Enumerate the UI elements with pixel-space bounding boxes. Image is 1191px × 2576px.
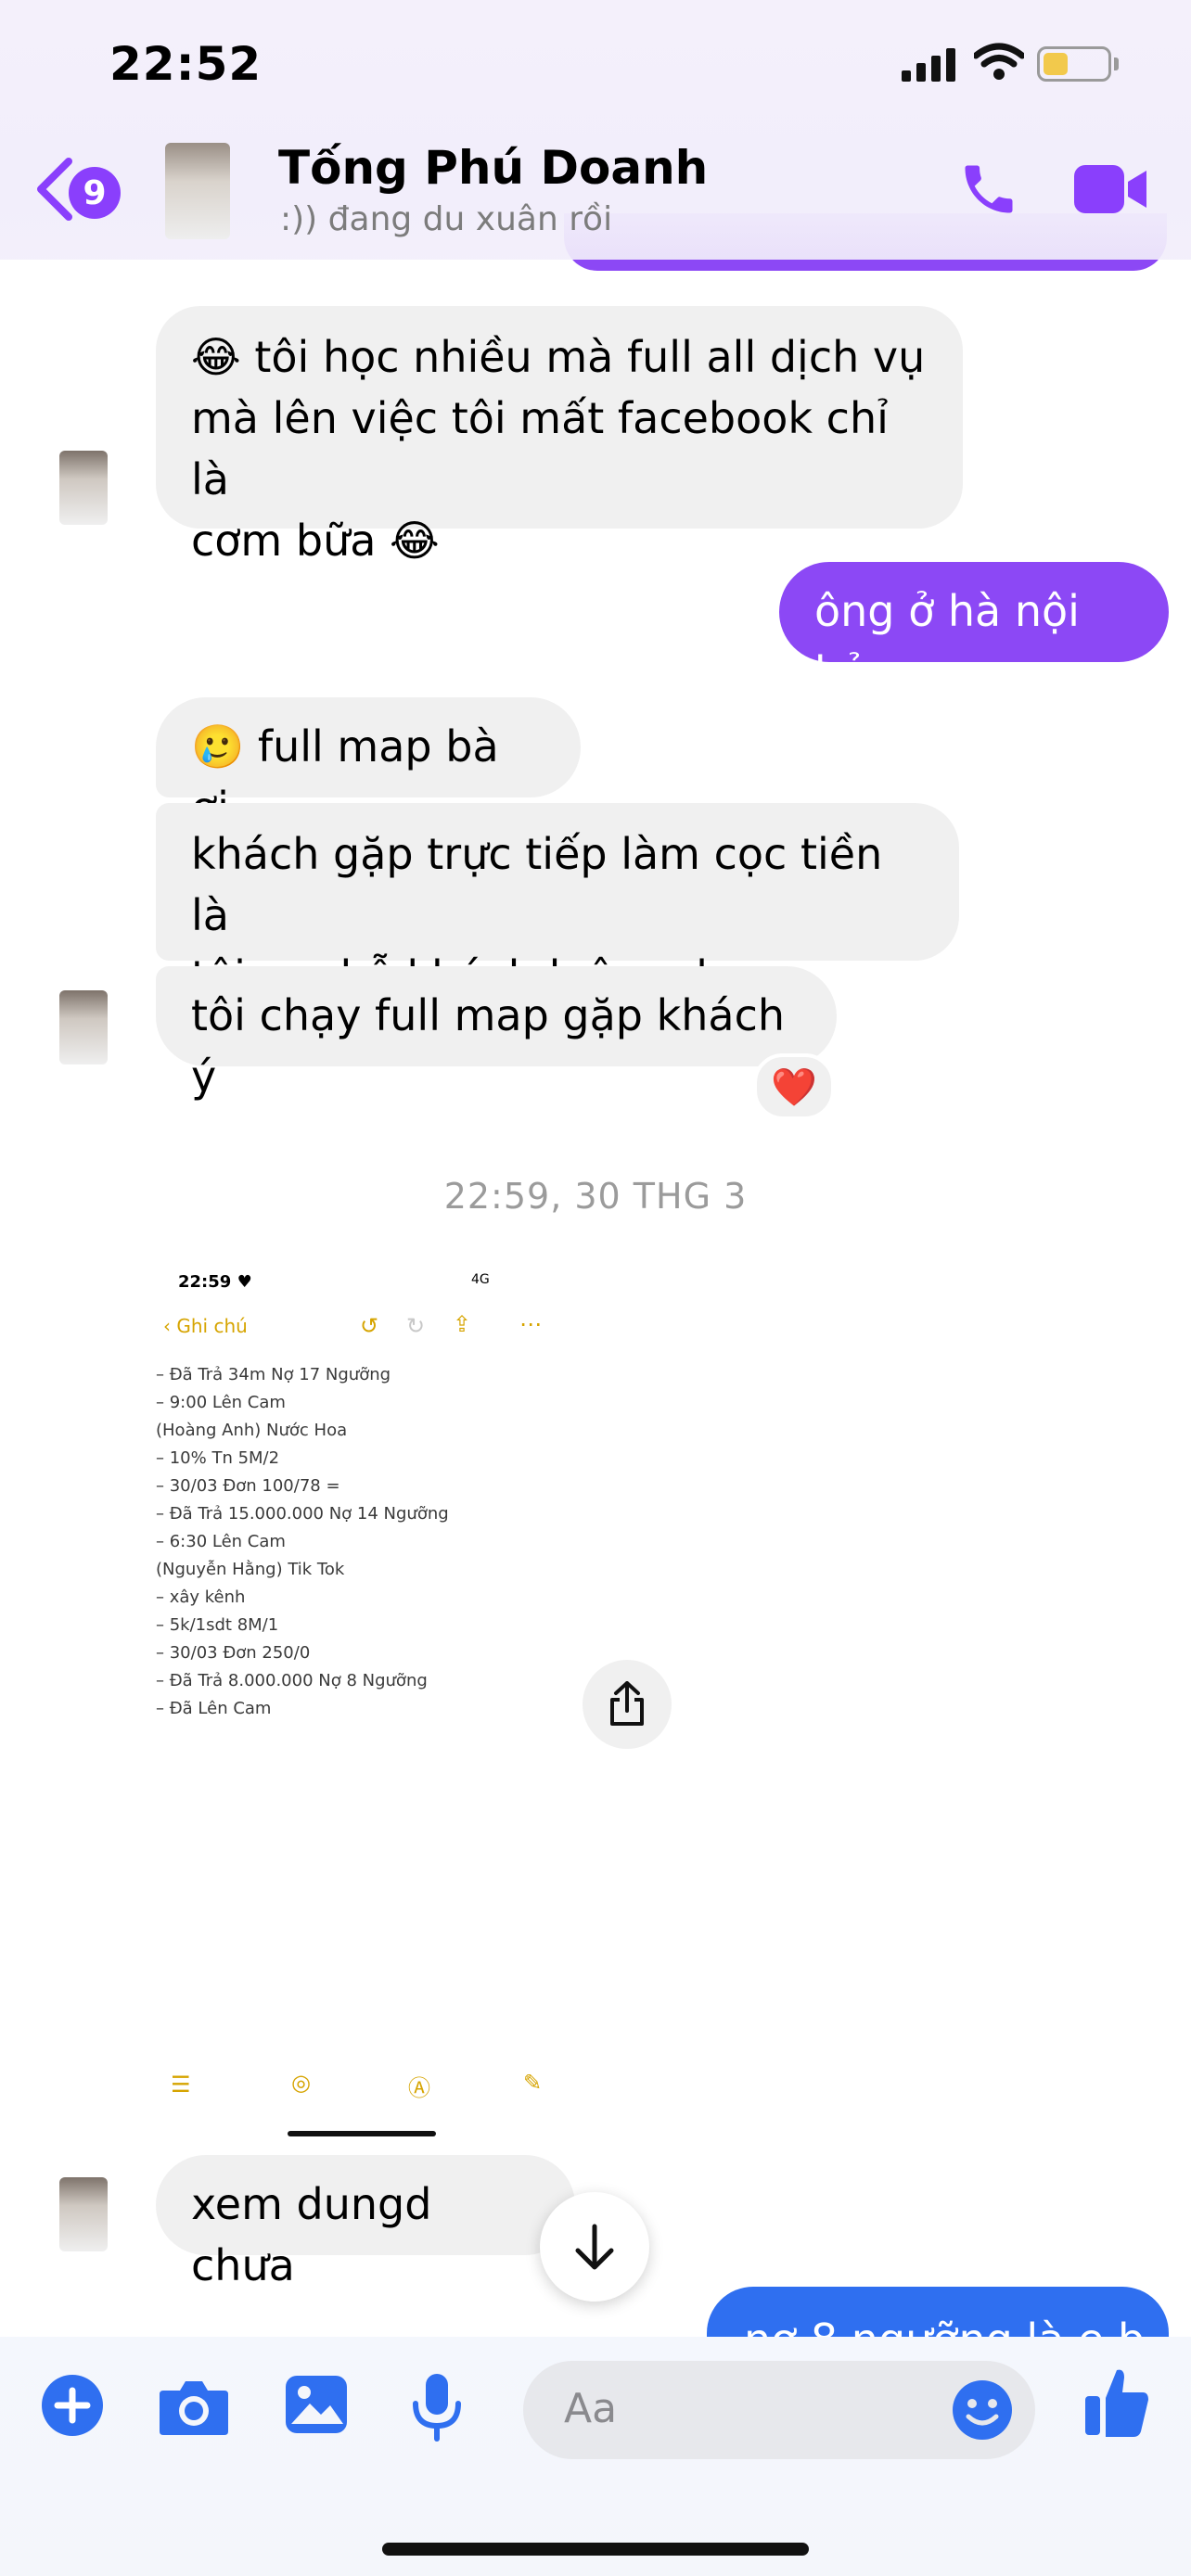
- message-bubble-incoming[interactable]: 😂 tôi học nhiều mà full all dịch vụ mà l…: [156, 306, 963, 566]
- message-input[interactable]: Aa: [523, 2361, 1035, 2459]
- message-bubble-outgoing[interactable]: ông ở hà nội hả: [779, 562, 1169, 697]
- message-text: khách gặp trực tiếp làm cọc tiền là: [191, 829, 883, 940]
- markup-icon: Ⓐ: [408, 2075, 430, 2101]
- emoji-icon[interactable]: [952, 2379, 1013, 2441]
- share-icon: [610, 1681, 644, 1726]
- battery-cap: [1114, 57, 1119, 70]
- message-text: xem dungd chưa: [191, 2179, 432, 2290]
- mic-icon[interactable]: [410, 2372, 464, 2442]
- note-line: – 30/03 Đơn 100/78 =: [156, 1476, 340, 1496]
- note-line: – Đã Trả 8.000.000 Nợ 8 Ngưỡng: [156, 1671, 428, 1690]
- contact-status: :)) đang du xuân rồi: [280, 200, 613, 238]
- chat-header: 22:52 9 Tống Phú Doanh :)) đang du xuân …: [0, 0, 1191, 260]
- gallery-icon[interactable]: [284, 2374, 349, 2435]
- note-line: – Đã Trả 34m Nợ 17 Ngưỡng: [156, 1365, 391, 1384]
- sender-avatar[interactable]: [59, 2177, 108, 2251]
- message-text: tôi chạy full map gặp khách ý: [191, 990, 786, 1102]
- message-text: 😂 tôi học nhiều mà full all dịch vụ: [191, 332, 926, 382]
- note-line: – 9:00 Lên Cam: [156, 1393, 286, 1412]
- checklist-icon: ☰: [171, 2072, 191, 2098]
- message-bubble-incoming[interactable]: xem dungd chưa: [156, 2155, 575, 2290]
- message-bubble-incoming[interactable]: tôi chạy full map gặp khách ý: [156, 966, 837, 1102]
- note-line: – 6:30 Lên Cam: [156, 1532, 286, 1551]
- screenshot-home-indicator: [288, 2131, 436, 2136]
- note-line: (Nguyễn Hằng) Tik Tok: [156, 1560, 345, 1579]
- note-share-icon: ⇪: [453, 1311, 472, 1337]
- message-bubble-incoming[interactable]: khách gặp trực tiếp làm cọc tiền là tôi …: [156, 803, 959, 1001]
- unread-count-badge[interactable]: 9: [69, 167, 121, 219]
- contact-name[interactable]: Tống Phú Doanh: [278, 141, 708, 195]
- battery-icon: [1037, 46, 1111, 82]
- wifi-icon: [974, 43, 1024, 80]
- message-bubble-incoming[interactable]: 🥲 full map bà ơi: [156, 697, 581, 833]
- screenshot-status-time: 22:59 ♥: [178, 1272, 252, 1292]
- composer-bar: Aa: [0, 2337, 1191, 2576]
- compose-icon: ✎: [523, 2070, 543, 2096]
- note-line: – xây kênh: [156, 1588, 246, 1607]
- message-input-placeholder: Aa: [564, 2385, 618, 2432]
- sender-avatar[interactable]: [59, 451, 108, 525]
- message-text: mà lên việc tôi mất facebook chỉ là: [191, 393, 889, 504]
- status-time: 22:52: [109, 37, 263, 91]
- scroll-down-button[interactable]: [540, 2192, 649, 2302]
- note-line: – 30/03 Đơn 250/0: [156, 1643, 311, 1663]
- sender-avatar[interactable]: [59, 990, 108, 1065]
- message-text: cơm bữa 😂: [191, 516, 440, 566]
- share-button[interactable]: [583, 1660, 672, 1749]
- cell-signal-icon: [902, 48, 955, 82]
- note-line: – 10% Tn 5M/2: [156, 1448, 280, 1468]
- more-icon: ⋯: [519, 1311, 542, 1337]
- note-line: – Đã Trả 15.000.000 Nợ 14 Ngưỡng: [156, 1504, 449, 1524]
- shared-image[interactable]: 22:59 ♥ 4G ‹ Ghi chú ↺ ↻ ⇪ ⋯ – Đã Trả 34…: [156, 1250, 583, 2159]
- screenshot-status-right: 4G: [471, 1272, 490, 1287]
- video-icon[interactable]: [1074, 163, 1148, 215]
- like-icon[interactable]: [1083, 2365, 1150, 2439]
- note-line: (Hoàng Anh) Nước Hoa: [156, 1421, 348, 1440]
- notes-camera-icon: ◎: [291, 2070, 311, 2096]
- undo-icon: ↺: [360, 1313, 379, 1339]
- heart-reaction[interactable]: ❤️: [753, 1053, 835, 1120]
- arrow-down-icon: [575, 2224, 614, 2270]
- heart-icon: ❤️: [771, 1065, 817, 1109]
- message-text: ông ở hà nội hả: [814, 586, 1080, 697]
- phone-icon[interactable]: [957, 158, 1020, 221]
- redo-icon: ↻: [406, 1313, 426, 1339]
- note-line: – Đã Lên Cam: [156, 1699, 272, 1718]
- contact-avatar[interactable]: [165, 143, 230, 239]
- notes-back-label: Ghi chú: [176, 1315, 248, 1337]
- notes-back-link: ‹ Ghi chú: [163, 1315, 248, 1337]
- note-line: – 5k/1sdt 8M/1: [156, 1615, 279, 1635]
- home-indicator: [382, 2543, 809, 2556]
- message-timestamp: 22:59, 30 THG 3: [443, 1176, 748, 1217]
- plus-icon[interactable]: [41, 2374, 104, 2437]
- camera-icon[interactable]: [158, 2376, 230, 2437]
